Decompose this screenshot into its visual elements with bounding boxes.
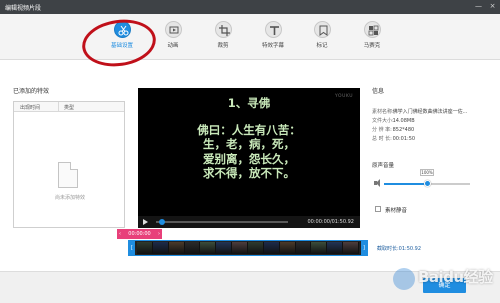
- confirm-button[interactable]: 确定: [423, 278, 466, 293]
- frame-strip: [137, 242, 360, 254]
- video-text-line: 佛曰：人生有八苦：: [197, 122, 301, 137]
- mute-label: 素材静音: [385, 208, 408, 214]
- timeline-frame: [263, 242, 280, 254]
- timeline-frame: [168, 242, 185, 254]
- column-header-type: 类型: [64, 105, 75, 111]
- info-value: 00:01:50: [392, 136, 416, 142]
- seek-bar[interactable]: [156, 221, 288, 223]
- video-text-line: 爱别离，怨长久，: [203, 151, 295, 166]
- marker-right-arrow[interactable]: ›: [158, 229, 160, 239]
- seek-handle[interactable]: [159, 219, 165, 225]
- info-key: 分 辨 率:: [372, 127, 392, 133]
- info-title: 信息: [372, 88, 385, 95]
- tool-basic-settings[interactable]: 基础设置: [102, 21, 142, 57]
- tool-marker[interactable]: 标记: [302, 21, 342, 57]
- close-button[interactable]: ×: [488, 2, 497, 11]
- tool-crop[interactable]: 裁剪: [203, 21, 243, 57]
- play-icon[interactable]: [143, 219, 148, 225]
- tool-label: 马赛克: [363, 43, 381, 49]
- title-bar: 编辑视频片段 — ×: [0, 0, 500, 14]
- playback-time: 00:00:00/01:50.92: [307, 219, 354, 225]
- speaker-icon: [374, 179, 380, 187]
- marker-left-arrow[interactable]: ‹: [119, 229, 121, 239]
- timeline-frame: [248, 242, 264, 254]
- tool-label: 裁剪: [217, 43, 229, 49]
- mosaic-icon: [363, 21, 381, 38]
- trim-end-handle[interactable]: ]: [361, 241, 367, 255]
- effects-list[interactable]: 出现时间 类型 尚未添加特效: [13, 101, 125, 228]
- video-text-line: 生，老，病，死，: [203, 137, 295, 151]
- info-row-name: 素材名称: 佛学入门佛经数曲佛法讲座一佐...: [372, 108, 467, 115]
- trim-start-handle[interactable]: [: [129, 241, 135, 255]
- timeline-frame: [311, 242, 328, 254]
- volume-fill: [384, 183, 427, 185]
- empty-document-icon: [58, 162, 78, 188]
- minimize-button[interactable]: —: [474, 2, 483, 11]
- text-icon: [264, 21, 282, 38]
- video-text-line: 求不得，放不下。: [203, 166, 295, 180]
- timeline-frame: [152, 242, 169, 254]
- timeline-frame: [216, 242, 233, 254]
- info-key: 总 时 长:: [372, 136, 392, 142]
- toolbar: 基础设置 动画 裁剪 特效字幕 标记 马赛克: [0, 14, 500, 60]
- timeline-frame: [137, 242, 153, 254]
- timeline-frame: [200, 242, 217, 254]
- window-title: 编辑视频片段: [5, 5, 42, 12]
- timeline-frame: [184, 242, 201, 254]
- empty-state-text: 尚未添加特效: [54, 195, 85, 201]
- timeline-frame: [232, 242, 249, 254]
- column-header-time: 出现时间: [20, 105, 41, 111]
- info-panel: 信息 素材名称: 佛学入门佛经数曲佛法讲座一佐... 文件大小: 14.08MB…: [372, 86, 492, 228]
- info-value: 14.08MB: [392, 118, 415, 124]
- volume-value: 100%: [420, 169, 434, 176]
- effects-title: 已添加的特效: [13, 88, 50, 95]
- timeline-frame: [279, 242, 296, 254]
- tool-label: 动画: [167, 43, 179, 49]
- info-value: 佛学入门佛经数曲佛法讲座一佐...: [392, 109, 468, 115]
- marker-time: 00:00:00: [128, 231, 151, 237]
- tool-label: 基础设置: [110, 43, 133, 49]
- time-marker[interactable]: ‹ 00:00:00 ›: [117, 229, 162, 239]
- volume-label: 原声音量: [372, 163, 395, 169]
- animation-icon: [164, 21, 182, 38]
- video-text-line: 1、寻佛: [227, 96, 271, 110]
- mute-checkbox[interactable]: [375, 206, 381, 212]
- effects-panel: 已添加的特效 出现时间 类型 尚未添加特效: [13, 86, 125, 228]
- player-controls: 00:00:00/01:50.92: [138, 216, 360, 228]
- bookmark-icon: [313, 21, 331, 38]
- video-preview[interactable]: YOUKU 1、寻佛 佛曰：人生有八苦： 生，老，病，死， 爱别离，怨长久， 求…: [138, 88, 360, 228]
- info-key: 素材名称:: [372, 109, 394, 115]
- scissors-icon: [113, 21, 131, 38]
- info-row-size: 文件大小: 14.08MB: [372, 117, 415, 124]
- timeline-strip[interactable]: [ ]: [128, 240, 368, 256]
- video-text: 1、寻佛 佛曰：人生有八苦： 生，老，病，死， 爱别离，怨长久， 求不得，放不下…: [138, 96, 360, 181]
- info-row-duration: 总 时 长: 00:01:50: [372, 135, 415, 142]
- tool-label: 特效字幕: [261, 43, 284, 49]
- timeline-frame: [343, 242, 360, 254]
- tool-text-effects[interactable]: 特效字幕: [253, 21, 293, 57]
- tool-label: 标记: [316, 43, 328, 49]
- effects-header: 出现时间 类型: [14, 102, 124, 112]
- volume-handle[interactable]: [423, 180, 431, 187]
- tool-animation[interactable]: 动画: [153, 21, 193, 57]
- clip-duration: 截取时长:01:50.92: [377, 246, 422, 252]
- tool-mosaic[interactable]: 马赛克: [352, 21, 392, 57]
- column-divider: [58, 102, 59, 112]
- info-value: 852*480: [392, 127, 415, 133]
- crop-icon: [214, 21, 232, 38]
- timeline-frame: [327, 242, 344, 254]
- timeline-frame: [295, 242, 312, 254]
- info-key: 文件大小:: [372, 118, 394, 124]
- info-row-resolution: 分 辨 率: 852*480: [372, 126, 414, 133]
